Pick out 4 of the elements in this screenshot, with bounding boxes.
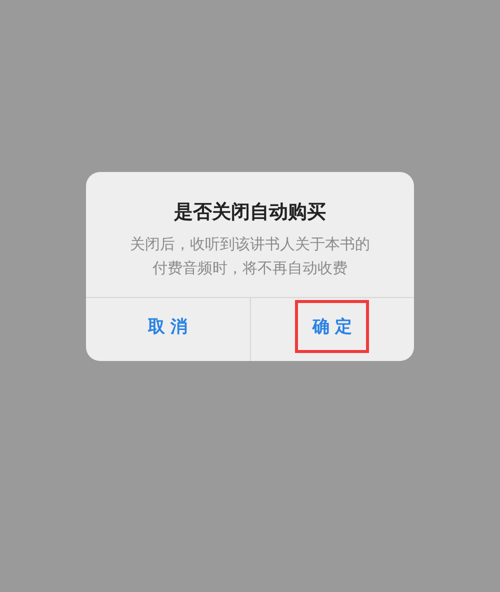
cancel-button[interactable]: 取 消 [130, 300, 205, 353]
confirm-button[interactable]: 确 定 [295, 300, 370, 353]
dialog-message: 关闭后，收听到该讲书人关于本书的付费音频时，将不再自动收费 [129, 234, 371, 279]
dialog-title: 是否关闭自动购买 [174, 200, 326, 224]
